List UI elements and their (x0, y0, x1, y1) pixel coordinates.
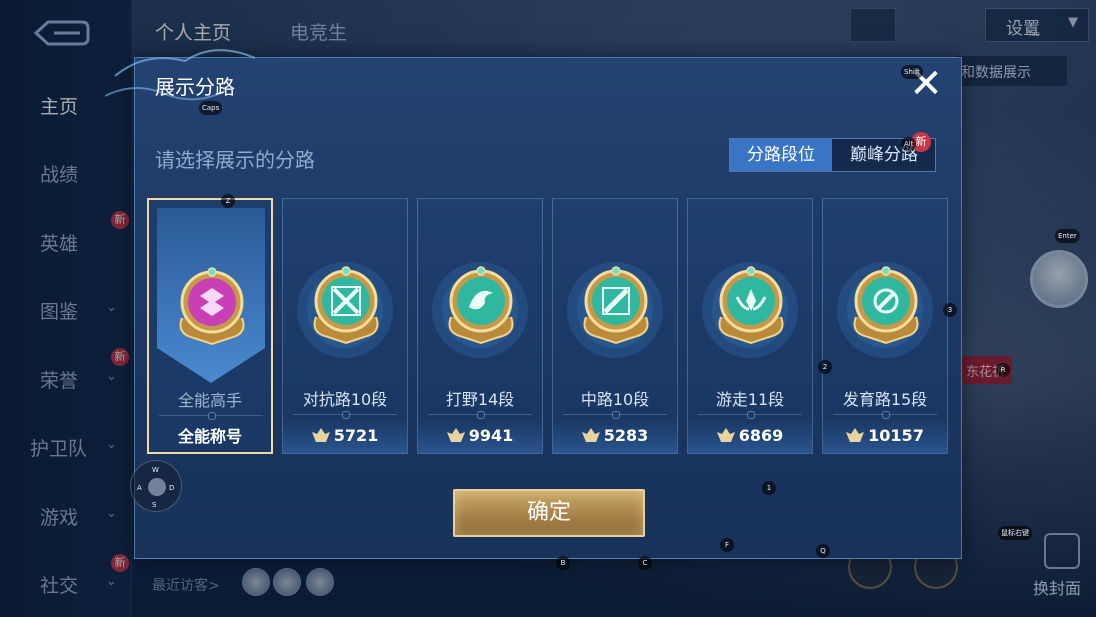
divider (159, 412, 263, 420)
lane-emblem-icon (313, 266, 379, 345)
lane-score: 6869 (738, 426, 784, 445)
key-hint: 3 (943, 303, 957, 317)
lane-rank-label: 对抗路10段 (302, 390, 388, 409)
lane-emblem-icon (853, 266, 919, 345)
key-hint: C (638, 556, 652, 570)
lane-score: 5283 (603, 426, 649, 445)
key-hint: 鼠标右键 (998, 526, 1032, 540)
key-hint: D (169, 484, 175, 492)
key-hint: F (720, 538, 734, 552)
tab-lane-rank[interactable]: 分路段位 (730, 139, 832, 171)
key-hint: S (152, 501, 157, 509)
rank-score-icon (311, 428, 330, 442)
divider (698, 411, 802, 419)
rank-score-icon (446, 428, 465, 442)
lane-rank-label: 打野14段 (445, 390, 515, 409)
key-hint: R (996, 363, 1010, 377)
rank-score-icon (716, 428, 735, 442)
key-hint: Z (221, 194, 235, 208)
key-hint: Enter (1055, 229, 1080, 243)
lane-rank-label: 中路10段 (580, 390, 650, 409)
joystick-knob[interactable] (148, 478, 166, 496)
key-hint: Shift (901, 65, 923, 79)
dialog-subtitle: 请选择展示的分路 (155, 148, 315, 172)
card-support[interactable]: 游走11段 6869 (687, 198, 813, 454)
score-row: 5721 (283, 419, 407, 453)
score-row: 6869 (688, 419, 812, 453)
score-row: 9941 (418, 419, 542, 453)
key-hint: W (152, 466, 159, 474)
key-hint: Caps (199, 101, 223, 115)
card-jungle[interactable]: 打野14段 9941 (417, 198, 543, 454)
lane-score: 9941 (468, 426, 514, 445)
lane-score: 5721 (333, 426, 379, 445)
key-hint: A (137, 484, 142, 492)
key-hint: B (556, 556, 570, 570)
lane-emblem-icon (718, 266, 784, 345)
card-all-round[interactable]: 全能高手 全能称号 (147, 198, 273, 454)
movement-joystick[interactable]: W A S D (130, 460, 182, 512)
card-mid-lane[interactable]: 中路10段 5283 (552, 198, 678, 454)
divider (563, 411, 667, 419)
lane-score: 10157 (868, 426, 924, 445)
lane-emblem-icon (583, 266, 649, 345)
title-label: 全能称号 (177, 427, 242, 446)
card-top-lane[interactable]: 对抗路10段 5721 (282, 198, 408, 454)
dialog-title: 展示分路 (155, 75, 235, 99)
key-hint: Q (816, 544, 830, 558)
score-row: 10157 (823, 419, 947, 453)
lane-display-dialog: 展示分路 ✕ 请选择展示的分路 分路段位 巅峰分路 新 全能高手 全能称号 对抗路1… (105, 49, 962, 559)
lane-rank-label: 游走11段 (715, 390, 785, 409)
key-hint: 2 (818, 360, 832, 374)
lane-emblem-icon (179, 267, 245, 346)
lane-emblem-icon (448, 266, 514, 345)
rank-score-icon (581, 428, 600, 442)
divider (293, 411, 397, 419)
key-hint: 1 (762, 481, 776, 495)
lane-rank-label: 全能高手 (177, 391, 242, 410)
card-bot-lane[interactable]: 发育路15段 10157 (822, 198, 948, 454)
score-row: 5283 (553, 419, 677, 453)
lane-rank-label: 发育路15段 (842, 390, 928, 409)
divider (428, 411, 532, 419)
rank-score-icon (846, 428, 865, 442)
confirm-button[interactable]: 确定 (453, 489, 645, 537)
divider (833, 411, 937, 419)
